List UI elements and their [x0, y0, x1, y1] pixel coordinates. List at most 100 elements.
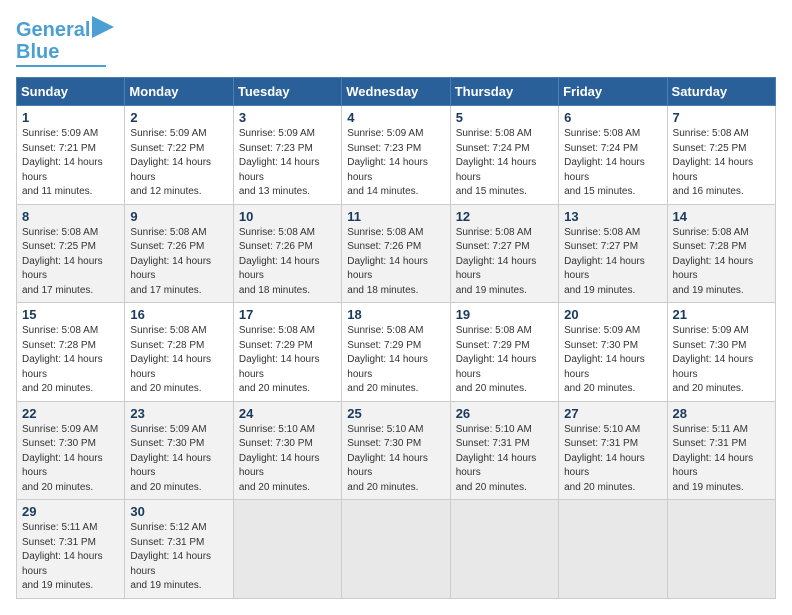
logo-underline: [16, 65, 106, 67]
day-number: 23: [130, 406, 227, 421]
day-info: Sunrise: 5:08 AMSunset: 7:24 PMDaylight:…: [564, 127, 661, 200]
day-info: Sunrise: 5:10 AMSunset: 7:30 PMDaylight:…: [239, 423, 336, 496]
logo: General Blue: [16, 16, 114, 67]
calendar-cell: 21 Sunrise: 5:09 AMSunset: 7:30 PMDayligh…: [667, 303, 775, 402]
day-info: Sunrise: 5:09 AMSunset: 7:21 PMDaylight:…: [22, 127, 119, 200]
calendar-cell: 20 Sunrise: 5:09 AMSunset: 7:30 PMDayligh…: [559, 303, 667, 402]
day-number: 17: [239, 307, 336, 322]
calendar-cell: 15 Sunrise: 5:08 AMSunset: 7:28 PMDayligh…: [17, 303, 125, 402]
calendar-table: SundayMondayTuesdayWednesdayThursdayFrid…: [16, 77, 776, 599]
day-number: 24: [239, 406, 336, 421]
calendar-cell: 13 Sunrise: 5:08 AMSunset: 7:27 PMDayligh…: [559, 204, 667, 303]
calendar-header-row: SundayMondayTuesdayWednesdayThursdayFrid…: [17, 78, 776, 106]
day-of-week-header: Tuesday: [233, 78, 341, 106]
calendar-cell: 22 Sunrise: 5:09 AMSunset: 7:30 PMDayligh…: [17, 401, 125, 500]
day-number: 13: [564, 209, 661, 224]
day-info: Sunrise: 5:08 AMSunset: 7:25 PMDaylight:…: [22, 226, 119, 299]
day-number: 21: [673, 307, 770, 322]
day-number: 5: [456, 110, 553, 125]
calendar-cell: 11 Sunrise: 5:08 AMSunset: 7:26 PMDayligh…: [342, 204, 450, 303]
day-number: 30: [130, 504, 227, 519]
day-number: 22: [22, 406, 119, 421]
day-number: 4: [347, 110, 444, 125]
calendar-week-row: 1 Sunrise: 5:09 AMSunset: 7:21 PMDaylight…: [17, 106, 776, 205]
day-number: 2: [130, 110, 227, 125]
day-info: Sunrise: 5:09 AMSunset: 7:22 PMDaylight:…: [130, 127, 227, 200]
day-info: Sunrise: 5:09 AMSunset: 7:30 PMDaylight:…: [22, 423, 119, 496]
day-info: Sunrise: 5:08 AMSunset: 7:25 PMDaylight:…: [673, 127, 770, 200]
page-header: General Blue: [16, 16, 776, 67]
calendar-cell: 12 Sunrise: 5:08 AMSunset: 7:27 PMDayligh…: [450, 204, 558, 303]
calendar-cell: [559, 500, 667, 599]
day-info: Sunrise: 5:08 AMSunset: 7:26 PMDaylight:…: [130, 226, 227, 299]
calendar-cell: 1 Sunrise: 5:09 AMSunset: 7:21 PMDaylight…: [17, 106, 125, 205]
day-number: 15: [22, 307, 119, 322]
calendar-cell: 24 Sunrise: 5:10 AMSunset: 7:30 PMDayligh…: [233, 401, 341, 500]
day-info: Sunrise: 5:09 AMSunset: 7:23 PMDaylight:…: [239, 127, 336, 200]
calendar-cell: 26 Sunrise: 5:10 AMSunset: 7:31 PMDayligh…: [450, 401, 558, 500]
day-number: 12: [456, 209, 553, 224]
calendar-week-row: 29Sunrise: 5:11 AMSunset: 7:31 PMDayligh…: [17, 500, 776, 599]
logo-blue-text: Blue: [16, 41, 59, 63]
calendar-cell: 18Sunrise: 5:08 AMSunset: 7:29 PMDayligh…: [342, 303, 450, 402]
day-info: Sunrise: 5:08 AMSunset: 7:26 PMDaylight:…: [347, 226, 444, 299]
calendar-cell: 17 Sunrise: 5:08 AMSunset: 7:29 PMDayligh…: [233, 303, 341, 402]
day-info: Sunrise: 5:08 AMSunset: 7:29 PMDaylight:…: [239, 324, 336, 397]
day-number: 27: [564, 406, 661, 421]
day-info: Sunrise: 5:09 AMSunset: 7:23 PMDaylight:…: [347, 127, 444, 200]
day-info: Sunrise: 5:09 AMSunset: 7:30 PMDaylight:…: [673, 324, 770, 397]
day-of-week-header: Thursday: [450, 78, 558, 106]
day-info: Sunrise: 5:08 AMSunset: 7:26 PMDaylight:…: [239, 226, 336, 299]
day-info: Sunrise: 5:08 AMSunset: 7:29 PMDaylight:…: [347, 324, 444, 397]
day-info: Sunrise: 5:11 AMSunset: 7:31 PMDaylight:…: [673, 423, 770, 496]
day-of-week-header: Friday: [559, 78, 667, 106]
calendar-cell: 3 Sunrise: 5:09 AMSunset: 7:23 PMDaylight…: [233, 106, 341, 205]
calendar-cell: 28 Sunrise: 5:11 AMSunset: 7:31 PMDayligh…: [667, 401, 775, 500]
logo-text: General: [16, 19, 90, 41]
day-number: 11: [347, 209, 444, 224]
day-info: Sunrise: 5:08 AMSunset: 7:24 PMDaylight:…: [456, 127, 553, 200]
day-number: 10: [239, 209, 336, 224]
calendar-week-row: 15 Sunrise: 5:08 AMSunset: 7:28 PMDayligh…: [17, 303, 776, 402]
day-info: Sunrise: 5:10 AMSunset: 7:30 PMDaylight:…: [347, 423, 444, 496]
calendar-cell: 16Sunrise: 5:08 AMSunset: 7:28 PMDayligh…: [125, 303, 233, 402]
day-of-week-header: Wednesday: [342, 78, 450, 106]
day-info: Sunrise: 5:12 AMSunset: 7:31 PMDaylight:…: [130, 521, 227, 594]
day-info: Sunrise: 5:08 AMSunset: 7:27 PMDaylight:…: [456, 226, 553, 299]
day-number: 14: [673, 209, 770, 224]
calendar-cell: 4 Sunrise: 5:09 AMSunset: 7:23 PMDaylight…: [342, 106, 450, 205]
day-number: 6: [564, 110, 661, 125]
calendar-cell: 8 Sunrise: 5:08 AMSunset: 7:25 PMDaylight…: [17, 204, 125, 303]
calendar-cell: 7Sunrise: 5:08 AMSunset: 7:25 PMDaylight…: [667, 106, 775, 205]
day-info: Sunrise: 5:09 AMSunset: 7:30 PMDaylight:…: [564, 324, 661, 397]
day-number: 28: [673, 406, 770, 421]
calendar-cell: 2 Sunrise: 5:09 AMSunset: 7:22 PMDaylight…: [125, 106, 233, 205]
day-number: 8: [22, 209, 119, 224]
day-info: Sunrise: 5:11 AMSunset: 7:31 PMDaylight:…: [22, 521, 119, 594]
calendar-cell: 25 Sunrise: 5:10 AMSunset: 7:30 PMDayligh…: [342, 401, 450, 500]
day-info: Sunrise: 5:09 AMSunset: 7:30 PMDaylight:…: [130, 423, 227, 496]
calendar-week-row: 22 Sunrise: 5:09 AMSunset: 7:30 PMDayligh…: [17, 401, 776, 500]
calendar-cell: [342, 500, 450, 599]
day-info: Sunrise: 5:10 AMSunset: 7:31 PMDaylight:…: [564, 423, 661, 496]
day-info: Sunrise: 5:08 AMSunset: 7:27 PMDaylight:…: [564, 226, 661, 299]
calendar-cell: 29Sunrise: 5:11 AMSunset: 7:31 PMDayligh…: [17, 500, 125, 599]
calendar-cell: 6 Sunrise: 5:08 AMSunset: 7:24 PMDaylight…: [559, 106, 667, 205]
day-number: 26: [456, 406, 553, 421]
calendar-cell: 9Sunrise: 5:08 AMSunset: 7:26 PMDaylight…: [125, 204, 233, 303]
calendar-cell: 27 Sunrise: 5:10 AMSunset: 7:31 PMDayligh…: [559, 401, 667, 500]
calendar-cell: 10 Sunrise: 5:08 AMSunset: 7:26 PMDayligh…: [233, 204, 341, 303]
logo-icon: [92, 16, 114, 38]
day-info: Sunrise: 5:10 AMSunset: 7:31 PMDaylight:…: [456, 423, 553, 496]
day-number: 20: [564, 307, 661, 322]
calendar-cell: [450, 500, 558, 599]
day-number: 1: [22, 110, 119, 125]
day-of-week-header: Sunday: [17, 78, 125, 106]
day-number: 25: [347, 406, 444, 421]
day-info: Sunrise: 5:08 AMSunset: 7:28 PMDaylight:…: [673, 226, 770, 299]
day-number: 16: [130, 307, 227, 322]
day-number: 3: [239, 110, 336, 125]
calendar-cell: 23 Sunrise: 5:09 AMSunset: 7:30 PMDayligh…: [125, 401, 233, 500]
calendar-cell: [233, 500, 341, 599]
day-info: Sunrise: 5:08 AMSunset: 7:28 PMDaylight:…: [22, 324, 119, 397]
